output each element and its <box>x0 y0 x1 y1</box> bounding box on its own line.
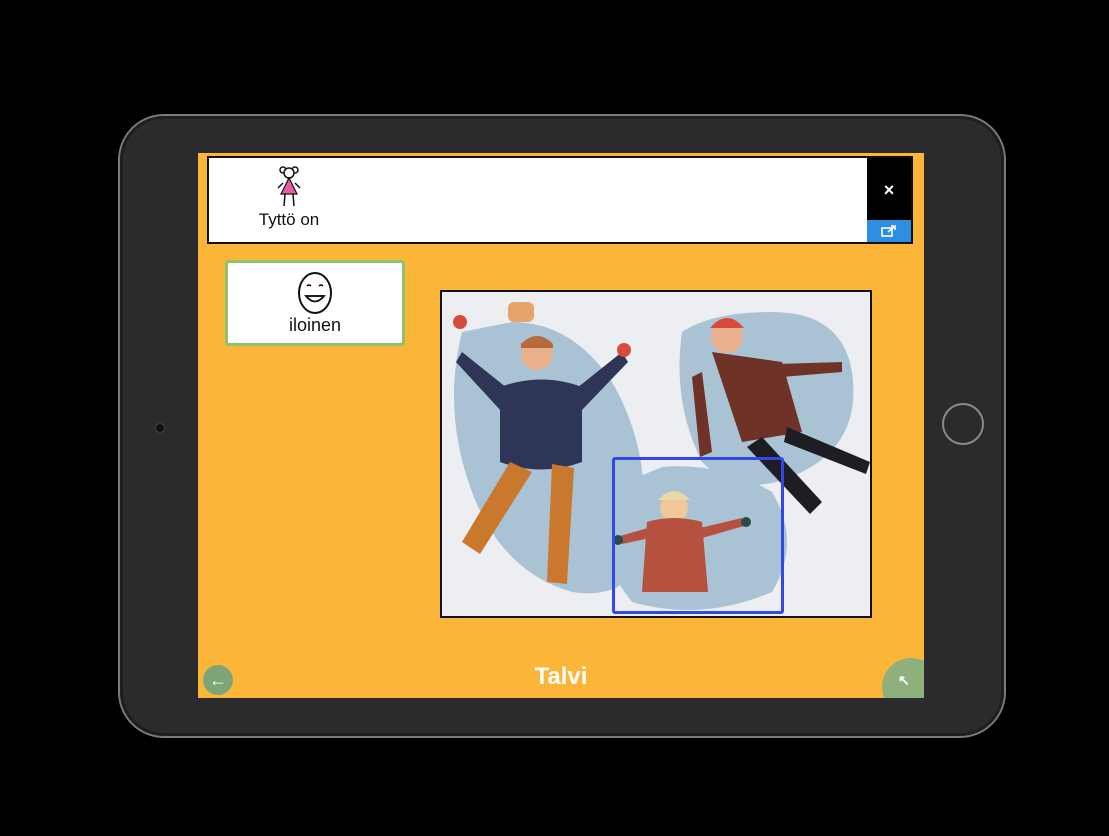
share-icon <box>881 225 896 237</box>
scene-photo[interactable] <box>440 290 872 618</box>
page-title: Talvi <box>534 663 588 690</box>
navigate-icon: ↖ <box>898 672 910 688</box>
sentence-bar[interactable]: Tyttö on × <box>207 156 913 244</box>
hotspot-frame[interactable] <box>612 457 784 614</box>
tablet-frame: Tyttö on × iloinen ← Talvi ↖ <box>120 116 1004 736</box>
camera-icon <box>156 424 164 432</box>
sentence-word-label: Tyttö on <box>258 210 320 229</box>
symbol-label: iloinen <box>288 315 342 335</box>
clear-button[interactable]: × <box>867 158 911 222</box>
share-button[interactable] <box>867 220 911 242</box>
sentence-word[interactable]: Tyttö on <box>239 164 339 230</box>
app-screen: Tyttö on × iloinen ← Talvi ↖ <box>198 153 924 698</box>
happy-face-icon <box>298 272 332 314</box>
home-button[interactable] <box>942 403 984 445</box>
girl-icon <box>277 166 301 207</box>
symbol-button-iloinen[interactable]: iloinen <box>225 260 405 346</box>
